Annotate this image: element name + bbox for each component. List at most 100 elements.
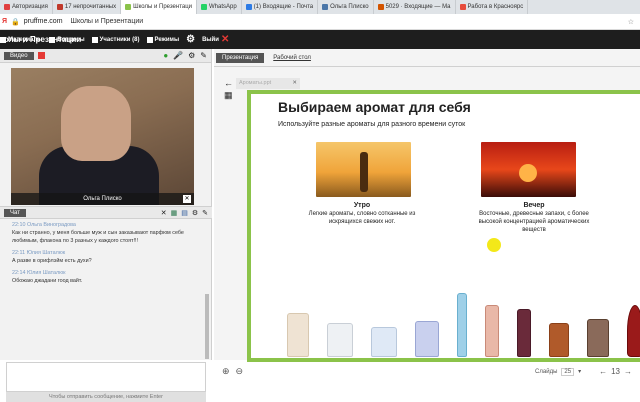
current-slide[interactable]: 13 [611,367,620,376]
slides-total: 25 [561,367,575,376]
morning-caption: Утро Легкие ароматы, словно сотканные из… [308,202,416,225]
participants-icon [91,36,98,43]
browser-tab-8[interactable]: Работа в Красноярс [456,0,529,14]
browser-tab-1[interactable]: Авторизация [0,0,53,14]
slide-canvas: Выбираем аромат для себя Используйте раз… [247,90,640,362]
microphone-icon[interactable]: 🎤 [173,51,183,60]
chat-edit-icon[interactable]: ✎ [202,209,208,217]
favicon-icon [125,4,132,10]
materials-button[interactable]: Материалы [0,36,42,43]
location-pin-icon[interactable]: ● [163,51,168,60]
speaker-name: Ольга Плиско [11,193,194,205]
perfume-bottle [457,293,467,357]
exit-x-icon: ✕ [220,34,230,45]
perfume-bottles [287,289,640,357]
modes-button[interactable]: Режимы [146,36,179,43]
chat-label: Чат [4,208,26,217]
chat-header: Чат ✕ ▦ ▤ ⚙ ✎ [0,206,212,219]
file-tab[interactable]: Ароматы.ppt ✕ [236,78,300,89]
address-bar[interactable]: Я 🔒 pruffme.com Школы и Презентации ☆ [0,14,640,30]
exit-button[interactable]: Выйи ✕ [202,34,229,45]
chat-message: 22:14 Юлия Шаталюк Обожаю джадани гоод в… [12,270,83,284]
chat-send-hint: Чтобы отправить сообщение, нажмите Enter [6,392,206,402]
slides-label: Слайды [535,368,558,375]
video-label: Видео [4,51,34,60]
lock-icon: 🔒 [11,18,20,26]
browser-tab-6[interactable]: Ольга Плиско [318,0,374,14]
zoom-out-icon[interactable]: ⊖ [236,366,244,377]
perfume-bottle [485,305,499,357]
page-title-text: Школы и Презентации [70,18,144,25]
perfume-bottle [549,323,569,357]
favicon-icon [56,4,63,10]
pointer-highlight [487,238,501,252]
silhouette-figure [360,152,368,192]
tab-presentation[interactable]: Презентация [216,52,265,63]
browser-tab-strip: Авторизация 17 непрочитанных Школы и Пре… [0,0,640,14]
modes-icon [146,36,153,43]
favicon-icon [459,4,466,10]
perfume-bottle [371,327,397,357]
chat-message: 22:11 Юлия Шаталюк А разве в орифлэйм ес… [12,250,92,264]
chat-input[interactable] [6,362,206,392]
browser-tab-7[interactable]: 5029 · Входящие — Ма [374,0,456,14]
participants-button[interactable]: Участники (8) [91,36,140,43]
bookmark-star-icon[interactable]: ☆ [628,18,634,26]
perfume-bottle [415,321,439,357]
chat-close-icon[interactable]: ✕ [161,209,167,217]
presentation-footer: ⊕ ⊖ Слайды 25 ▾ ← 13 → [214,364,640,379]
questions-button[interactable]: Вопросы [49,36,85,43]
browser-tab-3[interactable]: Школы и Презентаци [121,0,197,14]
chat-messages: 22:10 Ольга Виноградова Как ни странно, … [12,221,202,363]
left-panel: Видео ● 🎤 ⚙ ✎ Ольга Плиско ✕ Чат ✕ ▦ ▤ ⚙… [0,49,212,402]
presentation-tabs: Презентация Рабочий стол [214,49,640,67]
next-slide-button[interactable]: → [624,367,632,376]
perfume-bottle [327,323,353,357]
file-close-icon[interactable]: ✕ [292,78,297,89]
settings-icon[interactable]: ⚙ [188,51,195,60]
evening-caption: Вечер Восточные, древесные запахи, с бол… [478,202,590,233]
sun-disc [519,164,537,182]
morning-sunrise-image [316,142,411,197]
favicon-icon [201,4,207,10]
chat-settings-icon[interactable]: ⚙ [192,209,198,217]
browser-tab-5[interactable]: (1) Входящие - Почта [242,0,319,14]
url-text[interactable]: pruffme.com [24,18,63,25]
favicon-icon [4,4,10,10]
settings-gear-icon[interactable]: ⚙ [186,34,195,45]
yandex-icon[interactable]: Я [2,18,7,25]
grid-view-icon[interactable]: ▦ [224,90,233,101]
perfume-bottle [517,309,531,357]
browser-tab-4[interactable]: WhatsApp [197,0,242,14]
browser-tab-2[interactable]: 17 непрочитанных [53,0,122,14]
favicon-icon [377,4,384,10]
tab-desktop[interactable]: Рабочий стол [267,53,317,63]
word-export-icon[interactable]: ▤ [181,209,188,217]
pencil-icon[interactable]: ✎ [200,51,207,60]
materials-icon [0,36,6,43]
chat-message: 22:10 Ольга Виноградова Как ни странно, … [12,222,184,244]
excel-export-icon[interactable]: ▦ [171,209,178,217]
slide-pager: Слайды 25 ▾ ← 13 → [535,367,632,376]
slide-dropdown-icon[interactable]: ▾ [578,368,581,375]
perfume-bottle [627,305,640,357]
prev-slide-button[interactable]: ← [599,367,607,376]
chat-scrollbar[interactable] [205,294,209,359]
back-arrow-icon[interactable]: ← [224,78,233,88]
speaker-face [61,86,131,161]
video-header: Видео ● 🎤 ⚙ ✎ [0,49,211,63]
video-feed: Ольга Плиско ✕ [11,68,194,205]
zoom-in-icon[interactable]: ⊕ [222,366,230,377]
favicon-icon [245,4,252,10]
questions-icon [49,36,56,43]
evening-sunset-image [481,142,576,197]
slide-subtitle: Используйте разные ароматы для разного в… [278,121,466,128]
record-icon[interactable] [37,52,45,59]
perfume-bottle [587,319,609,357]
favicon-icon [322,4,329,10]
slide-title: Выбираем аромат для себя [278,99,471,115]
presentation-panel: Презентация Рабочий стол ← ▦ Ароматы.ppt… [214,49,640,376]
app-header: колы и Презентации Материалы Вопросы Уча… [0,30,640,49]
perfume-bottle [287,313,309,357]
video-close-icon[interactable]: ✕ [183,195,191,203]
